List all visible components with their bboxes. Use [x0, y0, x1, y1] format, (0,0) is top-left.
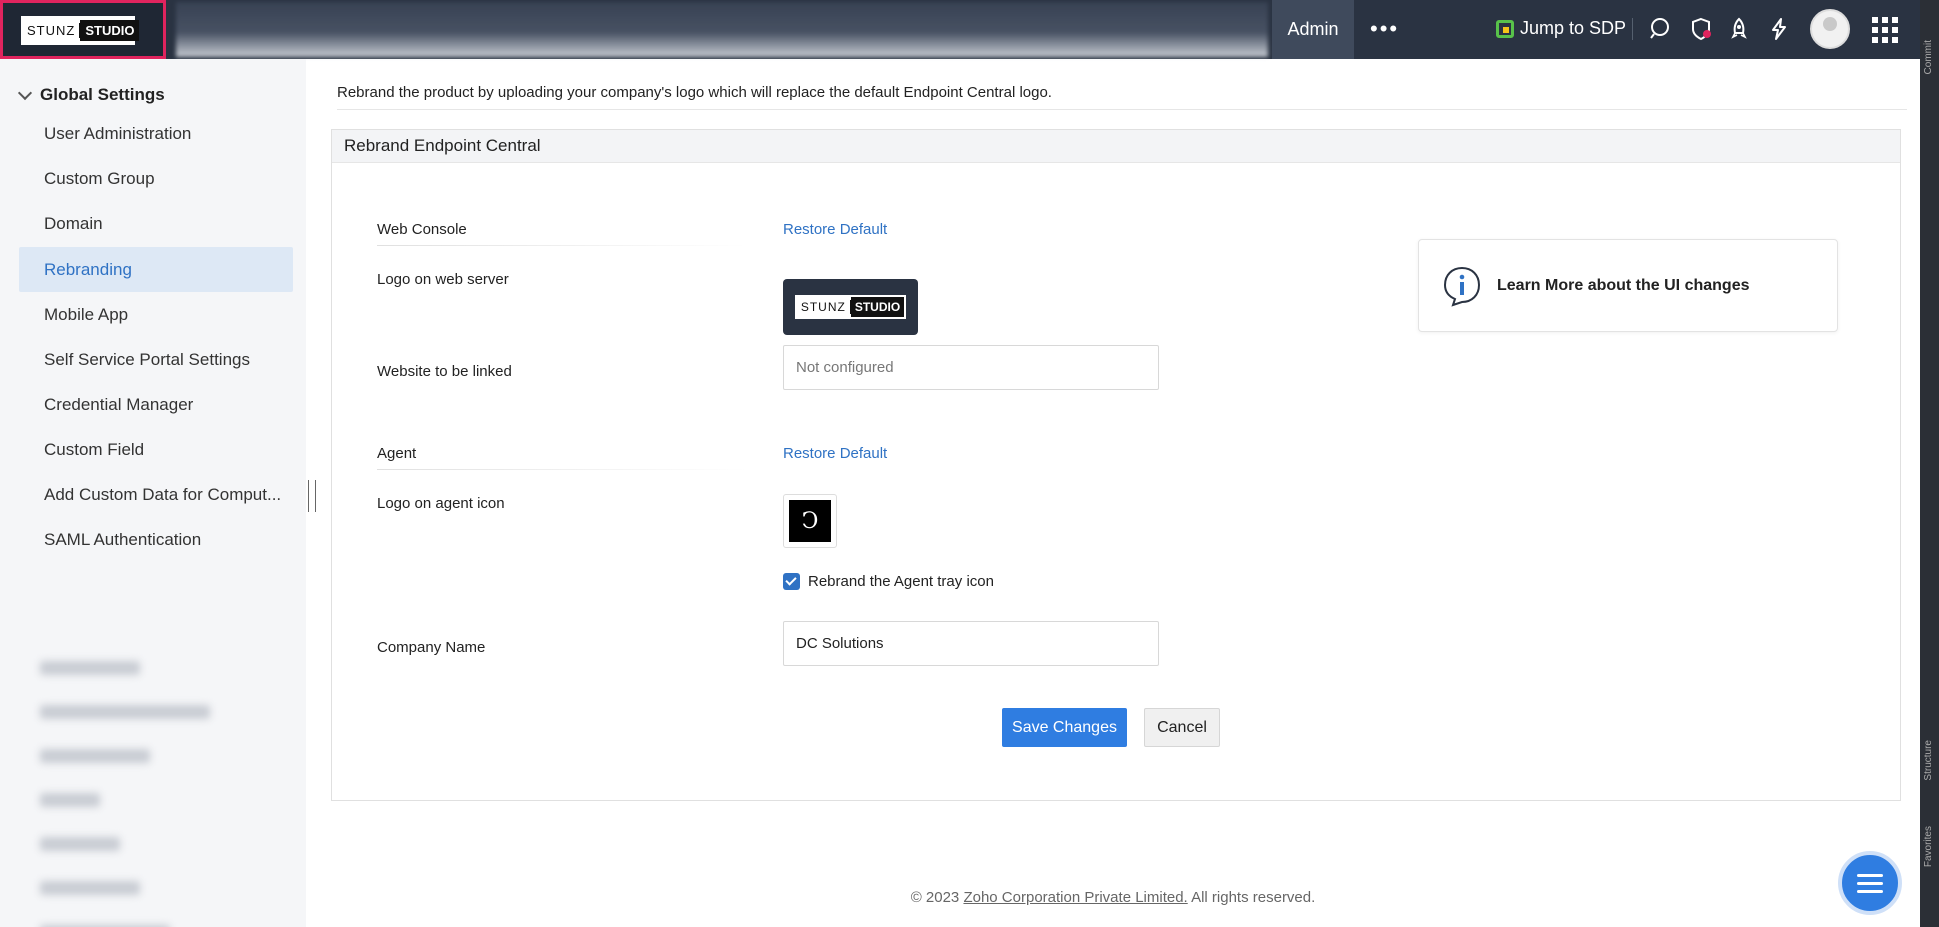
- sidebar-item-user-administration[interactable]: User Administration: [19, 111, 293, 156]
- rebrand-tray-checkbox[interactable]: [783, 573, 800, 590]
- web-server-logo-preview[interactable]: STUNZ STUDIO: [783, 279, 918, 335]
- sidebar-item-add-custom-data[interactable]: Add Custom Data for Comput...: [19, 472, 293, 517]
- favorites-label[interactable]: Favorites: [1923, 826, 1934, 867]
- divider: [337, 109, 1907, 110]
- structure-label[interactable]: Structure: [1923, 740, 1934, 781]
- jump-to-sdp-link[interactable]: Jump to SDP: [1496, 18, 1626, 39]
- blurred-nav-area: [176, 2, 1268, 57]
- page-description: Rebrand the product by uploading your co…: [337, 84, 1052, 101]
- rebrand-tray-label: Rebrand the Agent tray icon: [808, 573, 994, 590]
- server-logo-right-text: STUDIO: [850, 297, 905, 317]
- sidebar-item-saml-authentication[interactable]: SAML Authentication: [19, 517, 293, 562]
- agent-restore-default-link[interactable]: Restore Default: [783, 445, 887, 462]
- brand-logo-left-text: STUNZ: [23, 23, 81, 38]
- website-linked-label: Website to be linked: [377, 363, 512, 380]
- rocket-icon[interactable]: [1726, 16, 1752, 42]
- sidebar-item-rebranding[interactable]: Rebranding: [19, 247, 293, 292]
- footer-suffix: All rights reserved.: [1187, 889, 1316, 906]
- floating-menu-button[interactable]: [1838, 851, 1902, 915]
- page-footer: © 2023 Zoho Corporation Private Limited.…: [306, 889, 1920, 906]
- sidebar-group-global-settings[interactable]: Global Settings: [17, 85, 165, 105]
- learn-more-label: Learn More about the UI changes: [1497, 276, 1750, 294]
- header-divider: [1632, 18, 1633, 40]
- rebrand-panel: Rebrand Endpoint Central Web Console Res…: [331, 129, 1901, 801]
- cancel-button[interactable]: Cancel: [1144, 708, 1220, 747]
- avatar[interactable]: [1810, 9, 1850, 49]
- info-icon: [1443, 266, 1481, 307]
- jump-to-sdp-label: Jump to SDP: [1520, 18, 1627, 38]
- sidebar-item-domain[interactable]: Domain: [19, 201, 293, 246]
- section-divider: [377, 469, 747, 470]
- company-name-label: Company Name: [377, 639, 486, 656]
- save-changes-button[interactable]: Save Changes: [1002, 708, 1127, 747]
- web-console-restore-default-link[interactable]: Restore Default: [783, 221, 887, 238]
- logo-web-server-label: Logo on web server: [377, 271, 509, 288]
- footer-prefix: © 2023: [910, 889, 964, 906]
- sidebar-item-credential-manager[interactable]: Credential Manager: [19, 382, 293, 427]
- brand-logo-right-text: STUDIO: [80, 20, 140, 41]
- commit-label[interactable]: Commit: [1923, 40, 1934, 74]
- apps-grid-icon[interactable]: [1872, 17, 1898, 43]
- logo-agent-icon-label: Logo on agent icon: [377, 495, 505, 512]
- main-content: Rebrand the product by uploading your co…: [306, 59, 1920, 927]
- blurred-sidebar-section: [0, 569, 306, 927]
- agent-section-label: Agent: [377, 445, 417, 462]
- sidebar-item-mobile-app[interactable]: Mobile App: [19, 292, 293, 337]
- agent-logo-icon: Ͻ: [789, 500, 831, 542]
- footer-company-link[interactable]: Zoho Corporation Private Limited.: [963, 889, 1187, 906]
- chevron-down-icon: [17, 85, 33, 100]
- company-name-input[interactable]: [783, 621, 1159, 666]
- sdp-icon: [1496, 19, 1514, 38]
- shield-alert-icon[interactable]: [1688, 16, 1714, 42]
- sidebar-item-self-service-portal[interactable]: Self Service Portal Settings: [19, 337, 293, 382]
- search-icon[interactable]: [1648, 16, 1674, 42]
- sidebar-item-custom-group[interactable]: Custom Group: [19, 156, 293, 201]
- sidebar-group-title: Global Settings: [40, 85, 165, 104]
- website-url-input[interactable]: [783, 345, 1159, 390]
- sidebar: Global Settings User Administration Cust…: [0, 59, 306, 927]
- top-navigation-bar: STUNZ STUDIO Admin ••• Jump to SDP: [0, 0, 1920, 59]
- ide-side-strip: Commit Structure Favorites: [1920, 0, 1939, 927]
- section-divider: [377, 245, 747, 246]
- brand-logo-container[interactable]: STUNZ STUDIO: [0, 0, 166, 59]
- panel-title: Rebrand Endpoint Central: [332, 130, 1900, 163]
- brand-logo: STUNZ STUDIO: [21, 16, 140, 45]
- more-menu-icon[interactable]: •••: [1370, 16, 1399, 42]
- lightning-icon[interactable]: [1766, 16, 1792, 42]
- rebrand-tray-icon-option[interactable]: Rebrand the Agent tray icon: [783, 573, 994, 590]
- tab-admin[interactable]: Admin: [1272, 0, 1354, 59]
- web-console-section-label: Web Console: [377, 221, 467, 238]
- agent-icon-preview[interactable]: Ͻ: [783, 494, 837, 548]
- learn-more-card[interactable]: Learn More about the UI changes: [1418, 239, 1838, 332]
- sidebar-item-custom-field[interactable]: Custom Field: [19, 427, 293, 472]
- server-logo-left-text: STUNZ: [797, 300, 851, 314]
